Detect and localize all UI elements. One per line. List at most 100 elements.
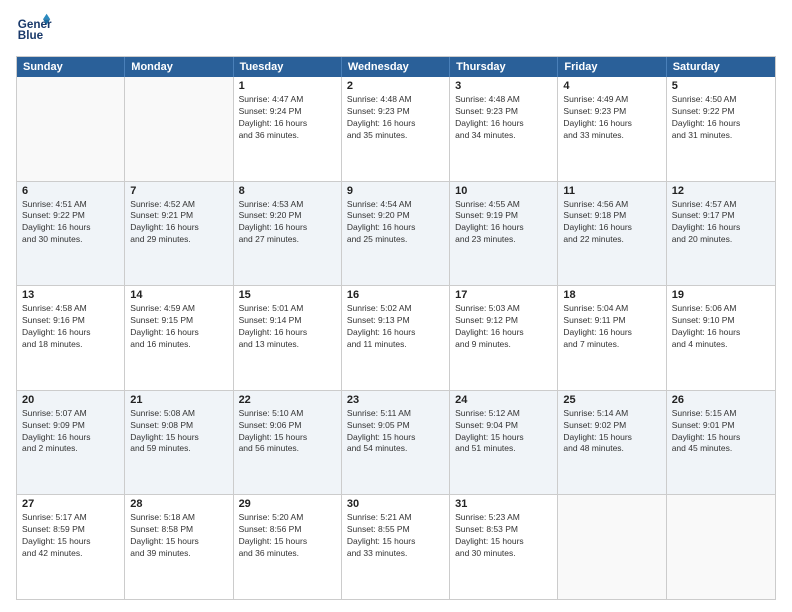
cell-day-number: 4 — [563, 80, 660, 92]
header-day-tuesday: Tuesday — [234, 57, 342, 77]
calendar-cell — [125, 77, 233, 181]
cell-info-text: Sunrise: 4:54 AM Sunset: 9:20 PM Dayligh… — [347, 199, 444, 247]
logo-icon: General Blue — [16, 12, 52, 48]
cell-info-text: Sunrise: 5:14 AM Sunset: 9:02 PM Dayligh… — [563, 408, 660, 456]
cell-info-text: Sunrise: 4:55 AM Sunset: 9:19 PM Dayligh… — [455, 199, 552, 247]
calendar-cell: 1 Sunrise: 4:47 AM Sunset: 9:24 PM Daylig… — [234, 77, 342, 181]
header-day-monday: Monday — [125, 57, 233, 77]
cell-day-number: 12 — [672, 185, 770, 197]
calendar-cell: 22Sunrise: 5:10 AM Sunset: 9:06 PM Dayli… — [234, 391, 342, 495]
cell-day-number: 5 — [672, 80, 770, 92]
calendar-cell: 9 Sunrise: 4:54 AM Sunset: 9:20 PM Daylig… — [342, 182, 450, 286]
cell-info-text: Sunrise: 4:50 AM Sunset: 9:22 PM Dayligh… — [672, 94, 770, 142]
calendar-cell: 29 Sunrise: 5:20 AM Sunset: 8:56 PM Dayli… — [234, 495, 342, 599]
calendar-cell: 21 Sunrise: 5:08 AM Sunset: 9:08 PM Dayli… — [125, 391, 233, 495]
calendar-row-5: 27 Sunrise: 5:17 AM Sunset: 8:59 PM Dayli… — [17, 495, 775, 599]
header-day-sunday: Sunday — [17, 57, 125, 77]
page-header: General Blue — [16, 12, 776, 48]
calendar-cell: 8 Sunrise: 4:53 AM Sunset: 9:20 PM Daylig… — [234, 182, 342, 286]
calendar-cell: 31 Sunrise: 5:23 AM Sunset: 8:53 PM Dayli… — [450, 495, 558, 599]
calendar-cell: 30 Sunrise: 5:21 AM Sunset: 8:55 PM Dayli… — [342, 495, 450, 599]
cell-info-text: Sunrise: 5:11 AM Sunset: 9:05 PM Dayligh… — [347, 408, 444, 456]
cell-info-text: Sunrise: 4:57 AM Sunset: 9:17 PM Dayligh… — [672, 199, 770, 247]
calendar-cell: 6 Sunrise: 4:51 AM Sunset: 9:22 PM Daylig… — [17, 182, 125, 286]
cell-info-text: Sunrise: 5:08 AM Sunset: 9:08 PM Dayligh… — [130, 408, 227, 456]
cell-day-number: 3 — [455, 80, 552, 92]
cell-day-number: 24 — [455, 394, 552, 406]
calendar: SundayMondayTuesdayWednesdayThursdayFrid… — [16, 56, 776, 600]
cell-day-number: 21 — [130, 394, 227, 406]
cell-day-number: 7 — [130, 185, 227, 197]
cell-day-number: 20 — [22, 394, 119, 406]
cell-info-text: Sunrise: 4:53 AM Sunset: 9:20 PM Dayligh… — [239, 199, 336, 247]
calendar-cell: 24Sunrise: 5:12 AM Sunset: 9:04 PM Dayli… — [450, 391, 558, 495]
svg-text:Blue: Blue — [18, 29, 44, 42]
calendar-cell: 19 Sunrise: 5:06 AM Sunset: 9:10 PM Dayli… — [667, 286, 775, 390]
calendar-cell: 23 Sunrise: 5:11 AM Sunset: 9:05 PM Dayli… — [342, 391, 450, 495]
calendar-row-1: 1 Sunrise: 4:47 AM Sunset: 9:24 PM Daylig… — [17, 77, 775, 182]
cell-info-text: Sunrise: 5:17 AM Sunset: 8:59 PM Dayligh… — [22, 512, 119, 560]
calendar-cell: 18 Sunrise: 5:04 AM Sunset: 9:11 PM Dayli… — [558, 286, 666, 390]
calendar-row-4: 20 Sunrise: 5:07 AM Sunset: 9:09 PM Dayli… — [17, 391, 775, 496]
calendar-cell: 13Sunrise: 4:58 AM Sunset: 9:16 PM Dayli… — [17, 286, 125, 390]
calendar-cell: 12 Sunrise: 4:57 AM Sunset: 9:17 PM Dayli… — [667, 182, 775, 286]
cell-info-text: Sunrise: 5:04 AM Sunset: 9:11 PM Dayligh… — [563, 303, 660, 351]
header-day-wednesday: Wednesday — [342, 57, 450, 77]
calendar-cell: 25Sunrise: 5:14 AM Sunset: 9:02 PM Dayli… — [558, 391, 666, 495]
calendar-cell: 7 Sunrise: 4:52 AM Sunset: 9:21 PM Daylig… — [125, 182, 233, 286]
cell-info-text: Sunrise: 4:51 AM Sunset: 9:22 PM Dayligh… — [22, 199, 119, 247]
cell-day-number: 15 — [239, 289, 336, 301]
cell-info-text: Sunrise: 4:49 AM Sunset: 9:23 PM Dayligh… — [563, 94, 660, 142]
cell-day-number: 28 — [130, 498, 227, 510]
cell-day-number: 8 — [239, 185, 336, 197]
cell-info-text: Sunrise: 5:23 AM Sunset: 8:53 PM Dayligh… — [455, 512, 552, 560]
cell-info-text: Sunrise: 5:21 AM Sunset: 8:55 PM Dayligh… — [347, 512, 444, 560]
cell-day-number: 30 — [347, 498, 444, 510]
cell-day-number: 6 — [22, 185, 119, 197]
cell-day-number: 27 — [22, 498, 119, 510]
calendar-cell: 14Sunrise: 4:59 AM Sunset: 9:15 PM Dayli… — [125, 286, 233, 390]
cell-day-number: 31 — [455, 498, 552, 510]
cell-day-number: 14 — [130, 289, 227, 301]
calendar-row-2: 6 Sunrise: 4:51 AM Sunset: 9:22 PM Daylig… — [17, 182, 775, 287]
calendar-cell: 27 Sunrise: 5:17 AM Sunset: 8:59 PM Dayli… — [17, 495, 125, 599]
cell-info-text: Sunrise: 5:15 AM Sunset: 9:01 PM Dayligh… — [672, 408, 770, 456]
calendar-cell: 16 Sunrise: 5:02 AM Sunset: 9:13 PM Dayli… — [342, 286, 450, 390]
cell-day-number: 18 — [563, 289, 660, 301]
cell-day-number: 10 — [455, 185, 552, 197]
logo: General Blue — [16, 12, 52, 48]
header-day-saturday: Saturday — [667, 57, 775, 77]
cell-info-text: Sunrise: 4:56 AM Sunset: 9:18 PM Dayligh… — [563, 199, 660, 247]
calendar-cell: 4 Sunrise: 4:49 AM Sunset: 9:23 PM Daylig… — [558, 77, 666, 181]
cell-day-number: 9 — [347, 185, 444, 197]
calendar-cell: 17 Sunrise: 5:03 AM Sunset: 9:12 PM Dayli… — [450, 286, 558, 390]
cell-info-text: Sunrise: 4:48 AM Sunset: 9:23 PM Dayligh… — [347, 94, 444, 142]
cell-day-number: 1 — [239, 80, 336, 92]
cell-day-number: 13 — [22, 289, 119, 301]
calendar-cell: 26 Sunrise: 5:15 AM Sunset: 9:01 PM Dayli… — [667, 391, 775, 495]
cell-info-text: Sunrise: 5:06 AM Sunset: 9:10 PM Dayligh… — [672, 303, 770, 351]
calendar-cell — [17, 77, 125, 181]
cell-info-text: Sunrise: 4:47 AM Sunset: 9:24 PM Dayligh… — [239, 94, 336, 142]
calendar-cell: 10 Sunrise: 4:55 AM Sunset: 9:19 PM Dayli… — [450, 182, 558, 286]
header-day-thursday: Thursday — [450, 57, 558, 77]
calendar-cell: 5 Sunrise: 4:50 AM Sunset: 9:22 PM Daylig… — [667, 77, 775, 181]
calendar-cell: 2Sunrise: 4:48 AM Sunset: 9:23 PM Daylig… — [342, 77, 450, 181]
cell-day-number: 29 — [239, 498, 336, 510]
cell-info-text: Sunrise: 5:18 AM Sunset: 8:58 PM Dayligh… — [130, 512, 227, 560]
header-day-friday: Friday — [558, 57, 666, 77]
cell-info-text: Sunrise: 5:10 AM Sunset: 9:06 PM Dayligh… — [239, 408, 336, 456]
cell-info-text: Sunrise: 4:52 AM Sunset: 9:21 PM Dayligh… — [130, 199, 227, 247]
cell-day-number: 26 — [672, 394, 770, 406]
cell-day-number: 19 — [672, 289, 770, 301]
cell-info-text: Sunrise: 5:02 AM Sunset: 9:13 PM Dayligh… — [347, 303, 444, 351]
cell-info-text: Sunrise: 5:20 AM Sunset: 8:56 PM Dayligh… — [239, 512, 336, 560]
cell-info-text: Sunrise: 5:03 AM Sunset: 9:12 PM Dayligh… — [455, 303, 552, 351]
cell-day-number: 17 — [455, 289, 552, 301]
calendar-cell: 20 Sunrise: 5:07 AM Sunset: 9:09 PM Dayli… — [17, 391, 125, 495]
calendar-cell — [558, 495, 666, 599]
cell-day-number: 16 — [347, 289, 444, 301]
cell-day-number: 23 — [347, 394, 444, 406]
cell-info-text: Sunrise: 5:07 AM Sunset: 9:09 PM Dayligh… — [22, 408, 119, 456]
calendar-body: 1 Sunrise: 4:47 AM Sunset: 9:24 PM Daylig… — [17, 77, 775, 599]
